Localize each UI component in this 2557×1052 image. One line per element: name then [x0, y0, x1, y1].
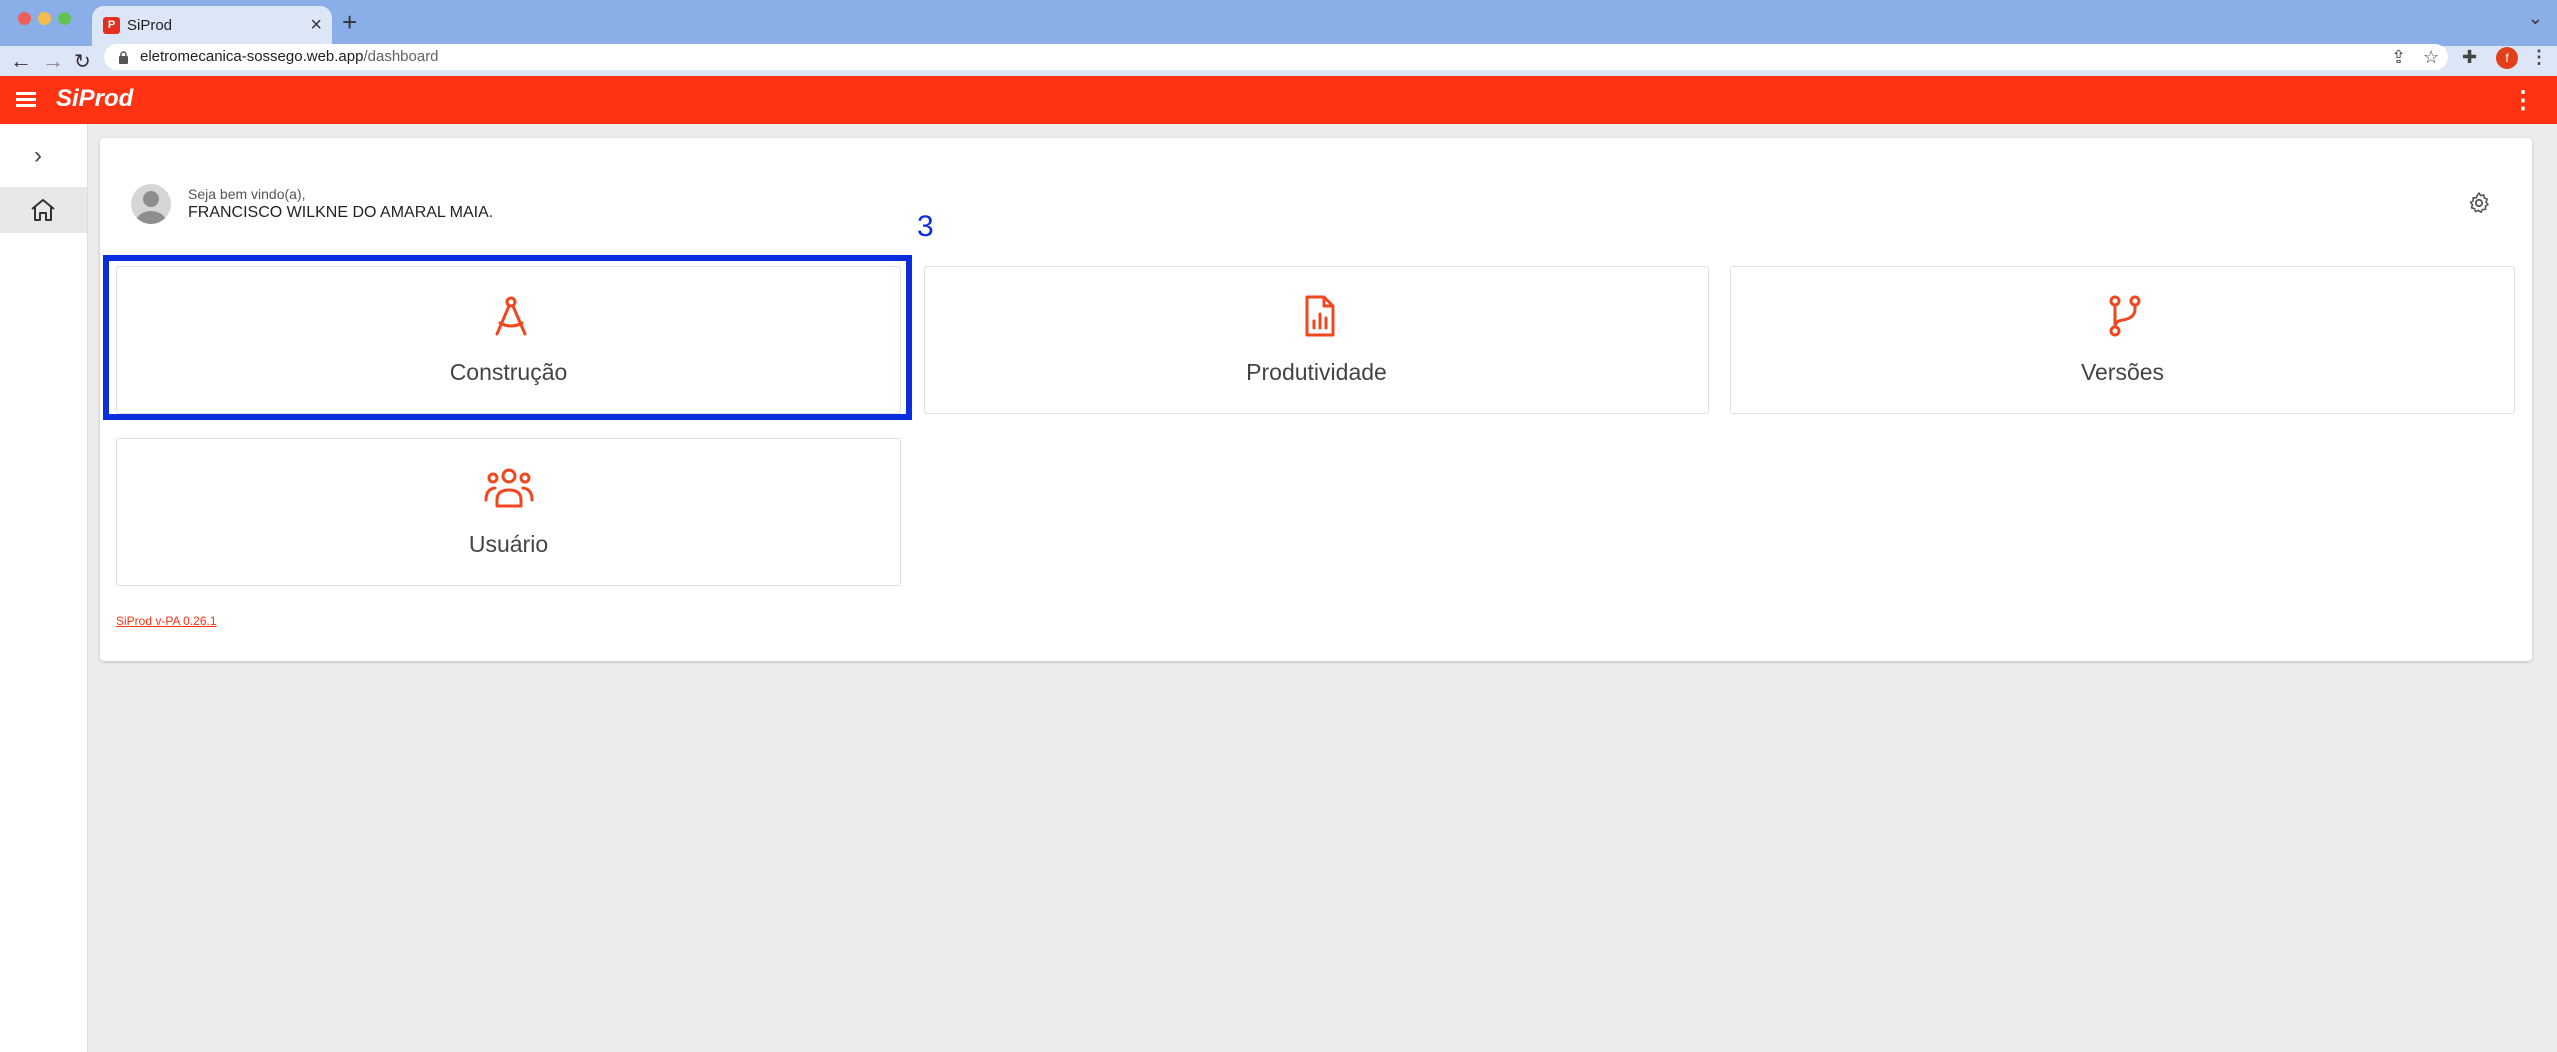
- gear-icon[interactable]: [2467, 191, 2491, 215]
- reload-icon[interactable]: ↻: [74, 49, 91, 74]
- browser-menu-icon[interactable]: ⋮: [2530, 47, 2548, 68]
- app-logo: SiProd: [56, 85, 134, 112]
- extensions-icon[interactable]: ✚: [2462, 47, 2477, 68]
- maximize-window-button[interactable]: [58, 12, 71, 25]
- bookmark-star-icon[interactable]: ☆: [2423, 47, 2439, 68]
- sidebar: ›: [0, 124, 88, 1052]
- tile-label: Produtividade: [1246, 359, 1387, 385]
- new-tab-button[interactable]: +: [342, 7, 357, 38]
- back-icon[interactable]: ←: [10, 48, 32, 74]
- address-bar[interactable]: [104, 44, 2448, 70]
- user-name: FRANCISCO WILKNE DO AMARAL MAIA.: [188, 204, 494, 221]
- tab-search-icon[interactable]: ⌄: [2528, 8, 2543, 29]
- annotation-number: 3: [917, 210, 934, 243]
- tile-produtividade[interactable]: Produtividade: [924, 266, 1709, 414]
- more-options-icon[interactable]: ⋮: [2511, 86, 2535, 115]
- browser-tab[interactable]: P SiProd ×: [92, 6, 332, 46]
- minimize-window-button[interactable]: [38, 12, 51, 25]
- profile-avatar[interactable]: f: [2496, 47, 2518, 69]
- favicon-icon: P: [103, 17, 120, 34]
- tile-versoes[interactable]: Versões: [1730, 266, 2515, 414]
- close-tab-icon[interactable]: ×: [310, 14, 322, 37]
- tile-label: Versões: [2080, 359, 2165, 385]
- chevron-right-icon[interactable]: ›: [34, 142, 42, 170]
- url-text: eletromecanica-sossego.web.app/dashboard: [140, 48, 439, 65]
- sidebar-item-home[interactable]: [0, 187, 87, 233]
- tile-usuario[interactable]: Usuário: [116, 438, 901, 586]
- highlight-box: [103, 255, 912, 420]
- welcome-text: Seja bem vindo(a),: [188, 186, 306, 202]
- forward-icon[interactable]: →: [42, 48, 64, 74]
- avatar: [131, 184, 171, 224]
- lock-icon: [119, 51, 128, 64]
- close-window-button[interactable]: [18, 12, 31, 25]
- git-branch-icon: [2109, 295, 2141, 337]
- tile-label: Usuário: [468, 531, 549, 557]
- report-chart-icon: [1305, 295, 1335, 337]
- tab-title: SiProd: [127, 17, 173, 34]
- users-group-icon: [484, 468, 534, 508]
- browser-tab-strip: P SiProd × + ⌄: [0, 0, 2557, 46]
- app-header: SiProd ⋮: [0, 76, 2557, 124]
- version-link[interactable]: SiProd v-PA 0.26.1: [116, 614, 217, 628]
- hamburger-menu-icon[interactable]: [16, 92, 36, 108]
- home-icon: [31, 199, 55, 221]
- share-icon[interactable]: ⇪: [2391, 47, 2406, 68]
